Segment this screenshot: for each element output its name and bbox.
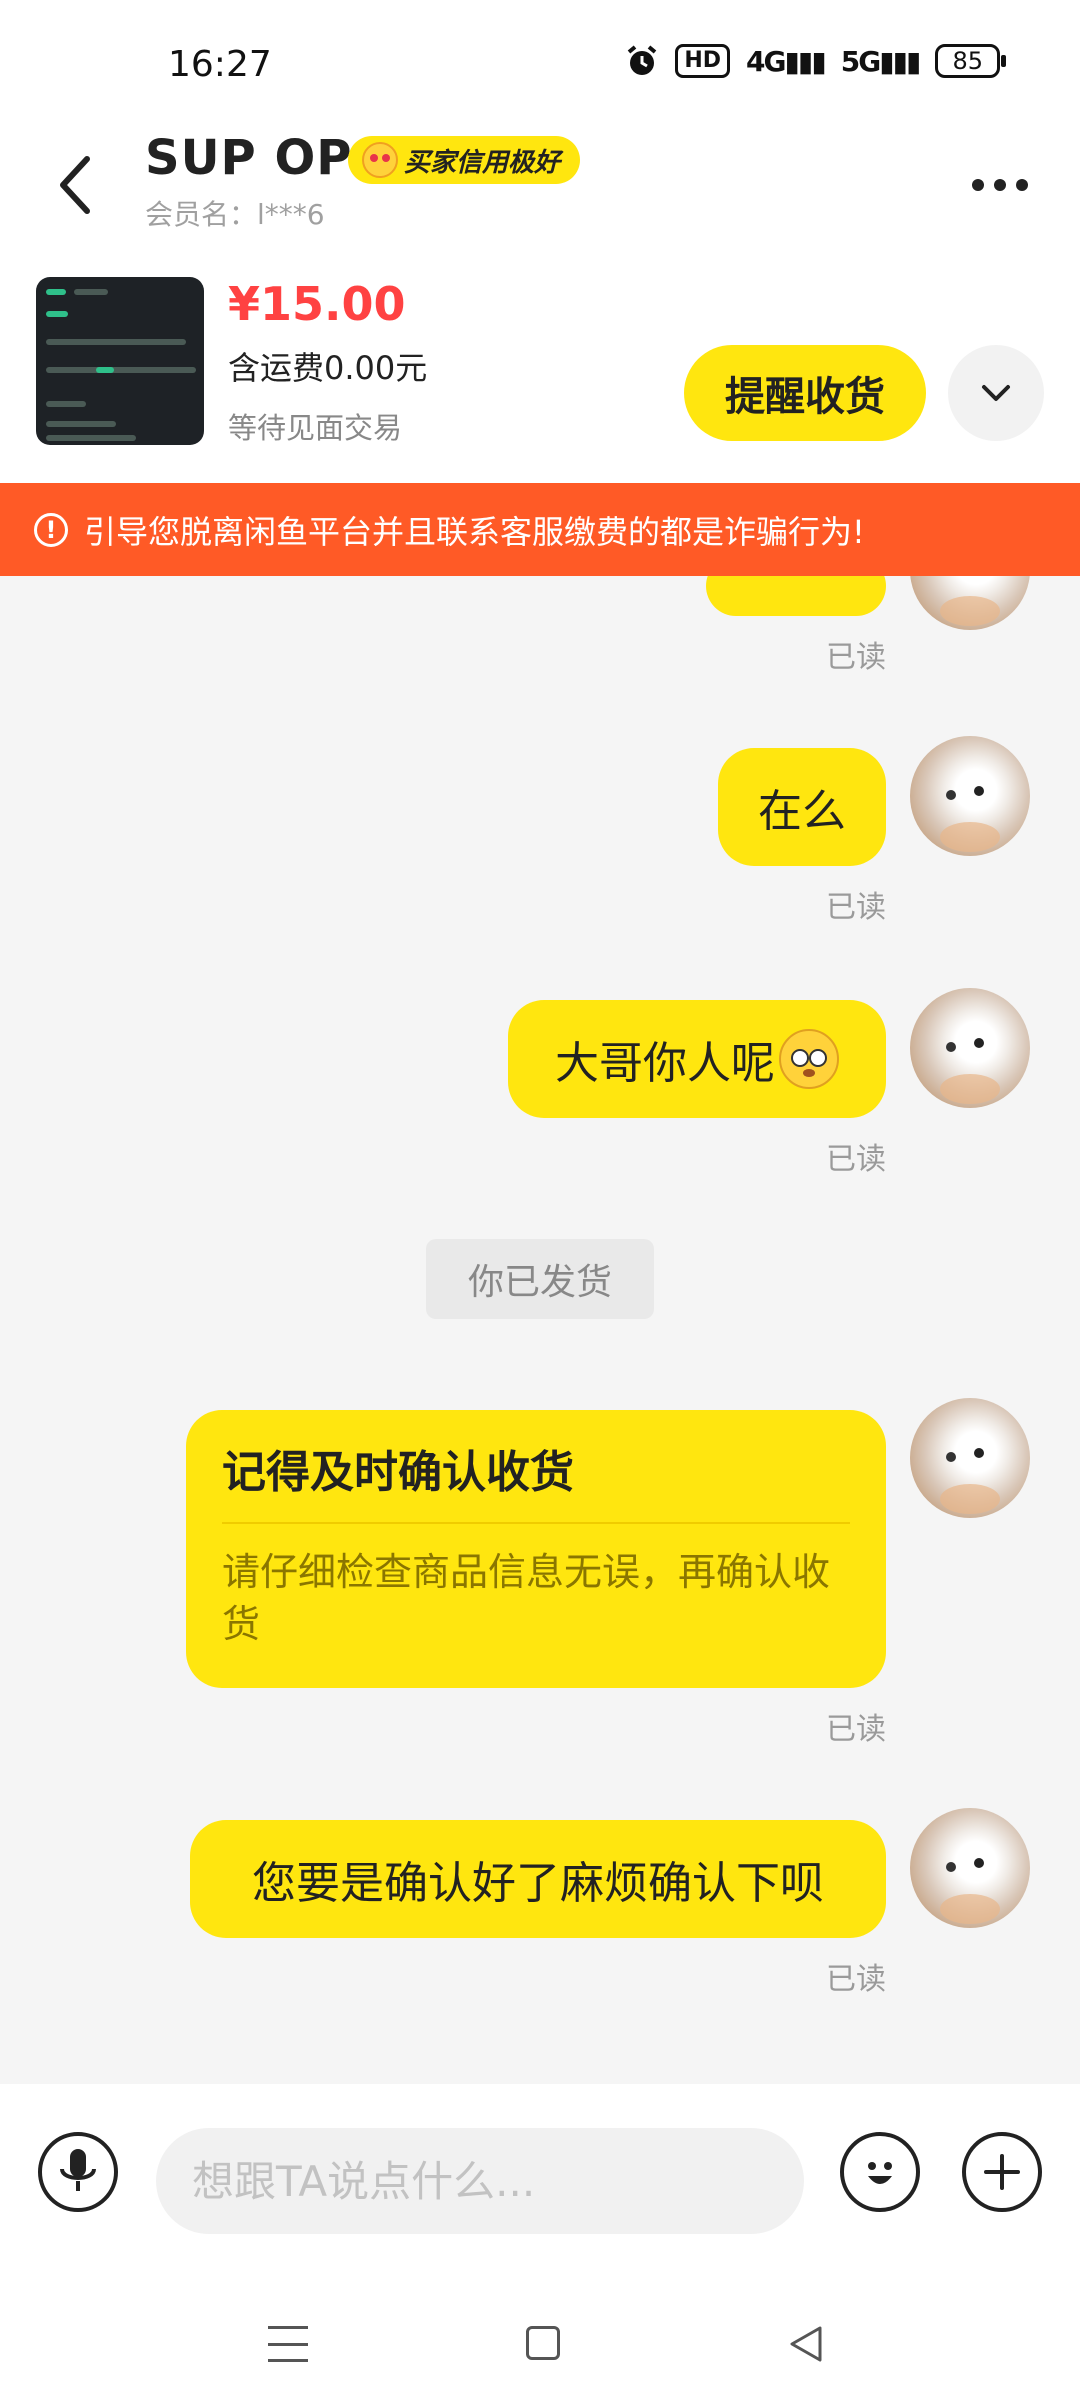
back-arrow-icon: [60, 156, 90, 214]
alarm-icon: [628, 45, 657, 75]
emoji-icon: [868, 2162, 892, 2184]
product-card[interactable]: ¥15.00 含运费0.00元 等待见面交易 提醒收货: [0, 255, 1080, 483]
read-status: 已读: [826, 1142, 886, 1177]
net-4g-label: 4G: [746, 44, 786, 78]
message-bubble[interactable]: 您要是确认好了麻烦确认下呗: [190, 1820, 886, 1938]
confirm-receipt-card[interactable]: 记得及时确认收货 请仔细检查商品信息无误，再确认收货: [186, 1410, 886, 1688]
chat-list[interactable]: 已读 在么 已读 大哥你人呢 已读 你已发货 记得及时确认收货 请仔细检查商品信…: [0, 576, 1080, 2084]
voice-button[interactable]: [38, 2132, 118, 2212]
back-triangle-icon[interactable]: [786, 2324, 826, 2364]
status-icons: HD 4G▮▮▮ 5G▮▮▮ 85: [625, 44, 1006, 78]
seller-name: SUP OP: [145, 130, 353, 186]
warning-text: 引导您脱离闲鱼平台并且联系客服缴费的都是诈骗行为!: [84, 512, 865, 551]
signal-4g: 4G▮▮▮: [746, 44, 827, 78]
plus-icon: [984, 2154, 1020, 2190]
read-status: 已读: [826, 1712, 886, 1747]
more-icon-dot: [994, 179, 1006, 191]
heart-eyes-icon: [362, 142, 398, 178]
member-name: 会员名：l***6: [145, 198, 325, 231]
back-button[interactable]: [40, 140, 110, 230]
expand-button[interactable]: [948, 345, 1044, 441]
read-status: 已读: [826, 1962, 886, 1997]
message-bubble[interactable]: 大哥你人呢: [508, 1000, 886, 1118]
signal-5g: 5G▮▮▮: [840, 44, 922, 78]
card-title: 记得及时确认收货: [222, 1447, 574, 1498]
read-status: 已读: [826, 890, 886, 925]
avatar[interactable]: [910, 1398, 1030, 1518]
plus-button[interactable]: [962, 2132, 1042, 2212]
emoji-button[interactable]: [840, 2132, 920, 2212]
product-price: ¥15.00: [228, 277, 406, 331]
flushed-face-icon: [779, 1029, 839, 1089]
system-nav-bar: [0, 2284, 1080, 2400]
mic-icon: [60, 2149, 96, 2191]
trade-status: 等待见面交易: [228, 411, 403, 445]
status-time: 16:27: [168, 44, 272, 85]
battery-indicator: 85: [935, 44, 1006, 78]
message-text: 大哥你人呢: [555, 1038, 775, 1089]
hd-badge: HD: [675, 44, 731, 78]
read-status: 已读: [826, 640, 886, 675]
more-icon-dot: [1016, 179, 1028, 191]
warning-icon: !: [34, 512, 68, 547]
message-bubble-partial[interactable]: [706, 576, 886, 616]
more-icon-dot: [972, 179, 984, 191]
avatar[interactable]: [910, 576, 1030, 630]
menu-icon[interactable]: [268, 2326, 308, 2362]
message-bubble[interactable]: 在么: [718, 748, 886, 866]
credit-badge-label: 买家信用极好: [404, 147, 561, 178]
home-icon[interactable]: [526, 2326, 560, 2360]
card-divider: [222, 1522, 850, 1524]
chevron-down-icon: [982, 385, 1010, 401]
fraud-warning-banner: ! 引导您脱离闲鱼平台并且联系客服缴费的都是诈骗行为!: [0, 483, 1080, 576]
chat-header: SUP OP 买家信用极好 会员名：l***6: [0, 120, 1080, 255]
message-input[interactable]: [156, 2128, 804, 2234]
remind-receipt-button[interactable]: 提醒收货: [684, 345, 926, 441]
status-bar: 16:27 HD 4G▮▮▮ 5G▮▮▮ 85: [0, 0, 1080, 120]
input-bar: [0, 2084, 1080, 2284]
avatar[interactable]: [910, 988, 1030, 1108]
card-description: 请仔细检查商品信息无误，再确认收货: [222, 1550, 831, 1646]
avatar[interactable]: [910, 736, 1030, 856]
credit-badge: 买家信用极好: [348, 136, 581, 184]
product-thumbnail[interactable]: [36, 277, 204, 445]
product-shipping: 含运费0.00元: [228, 349, 428, 387]
more-button[interactable]: [960, 150, 1040, 220]
avatar[interactable]: [910, 1808, 1030, 1928]
system-tag-shipped: 你已发货: [426, 1239, 654, 1319]
net-5g-label: 5G: [840, 44, 881, 78]
